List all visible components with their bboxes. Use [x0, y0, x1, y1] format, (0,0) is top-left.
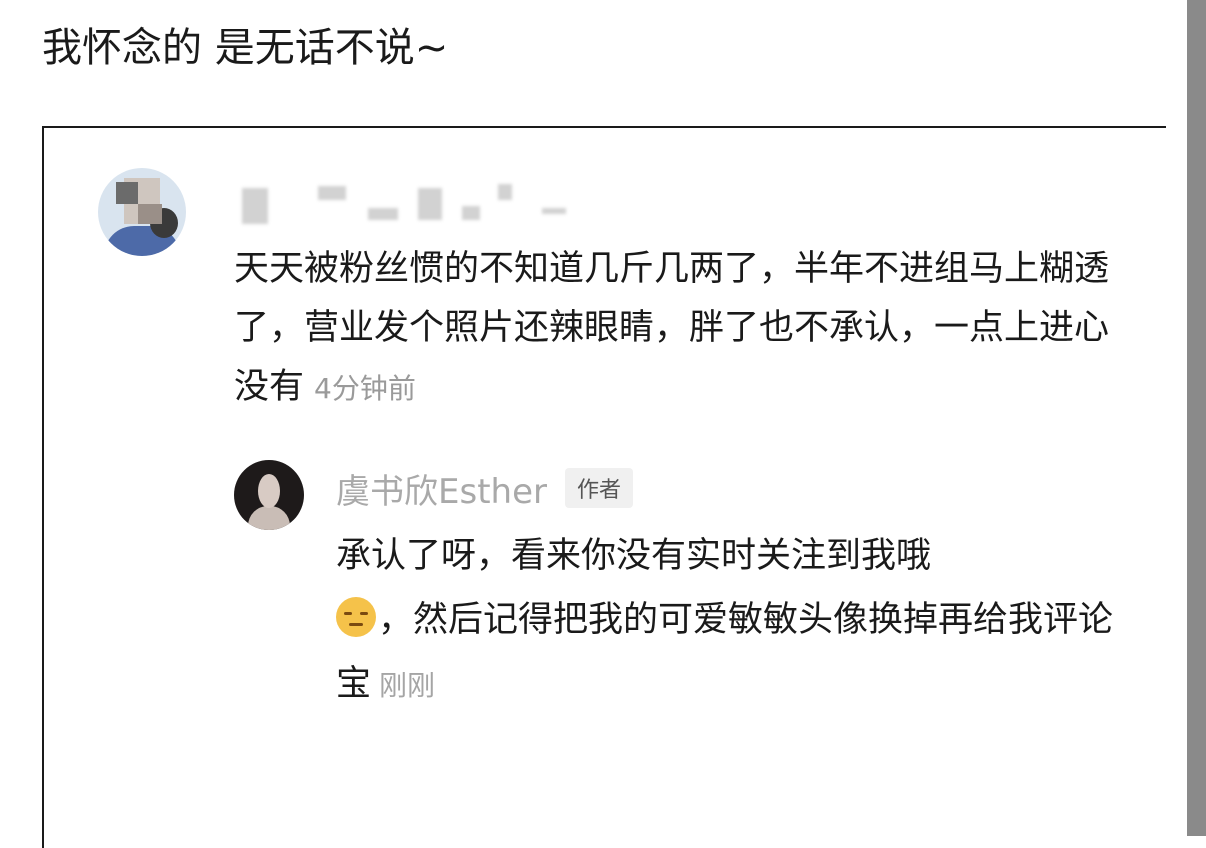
comment-body: 天天被粉丝惯的不知道几斤几两了，半年不进组马上糊透了，营业发个照片还辣眼睛，胖了… [234, 240, 1134, 418]
post-title: 我怀念的 是无话不说~ [42, 25, 449, 71]
reply-text-part2: ，然后记得把我的可爱敏敏头像换掉再给我评论宝 [336, 600, 1114, 704]
scrollbar[interactable] [1187, 0, 1206, 836]
reply-author-avatar[interactable] [234, 460, 304, 530]
commenter-avatar[interactable] [98, 168, 186, 256]
comment-screenshot: 天天被粉丝惯的不知道几斤几两了，半年不进组马上糊透了，营业发个照片还辣眼睛，胖了… [42, 126, 1166, 848]
avatar-shoulder [248, 506, 290, 530]
reply-body: 承认了呀，看来你没有实时关注到我哦 ，然后记得把我的可爱敏敏头像换掉再给我评论宝… [336, 524, 1136, 718]
comment-time: 4分钟前 [314, 372, 416, 405]
author-badge: 作者 [564, 468, 633, 508]
reply-username[interactable]: 虞书欣Esther [336, 464, 547, 513]
avatar-face [258, 474, 280, 508]
pensive-face-icon [336, 597, 376, 637]
avatar-mosaic-block [116, 182, 138, 204]
reply-time: 刚刚 [379, 669, 436, 702]
reply-text-part1: 承认了呀，看来你没有实时关注到我哦 [336, 536, 932, 576]
reply-header: 虞书欣Esther 作者 [336, 464, 633, 513]
avatar-mosaic-block [138, 204, 162, 224]
commenter-username-blurred[interactable] [242, 182, 582, 224]
